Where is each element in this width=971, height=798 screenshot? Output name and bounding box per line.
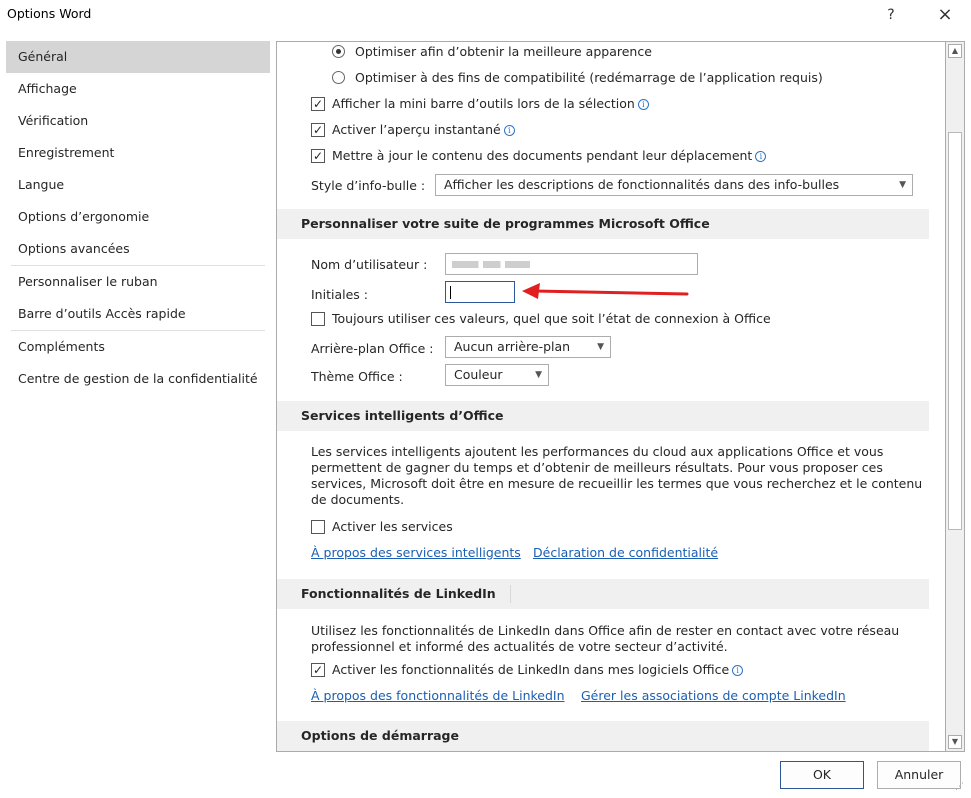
sidebar-item-save[interactable]: Enregistrement bbox=[6, 137, 270, 169]
window-title: Options Word bbox=[7, 6, 92, 21]
sidebar-item-quick-access-toolbar[interactable]: Barre d’outils Accès rapide bbox=[6, 298, 270, 330]
sidebar-item-proofing[interactable]: Vérification bbox=[6, 105, 270, 137]
vertical-scrollbar[interactable]: ▲ ▼ bbox=[945, 41, 965, 752]
checkbox-always-use[interactable] bbox=[311, 312, 325, 326]
checkbox-mini-toolbar[interactable]: ✓ bbox=[311, 97, 325, 111]
office-theme-value: Couleur bbox=[454, 367, 503, 382]
office-background-value: Aucun arrière-plan bbox=[454, 339, 571, 354]
link-manage-linkedin[interactable]: Gérer les associations de compte LinkedI… bbox=[581, 688, 846, 703]
radio-best-appearance-label: Optimiser afin d’obtenir la meilleure ap… bbox=[355, 44, 652, 59]
checkbox-live-preview-label: Activer l’aperçu instantané i bbox=[332, 122, 515, 137]
annotation-arrow bbox=[522, 283, 689, 299]
sidebar-item-general[interactable]: Général bbox=[6, 41, 270, 73]
tooltip-style-select[interactable]: Afficher les descriptions de fonctionnal… bbox=[435, 174, 913, 196]
info-icon[interactable]: i bbox=[755, 151, 767, 162]
sidebar-item-trust-center[interactable]: Centre de gestion de la confidentialité bbox=[6, 363, 270, 395]
help-button[interactable]: ? bbox=[876, 3, 906, 27]
text-caret bbox=[450, 286, 451, 299]
section-header-startup: Options de démarrage bbox=[277, 721, 929, 751]
chevron-down-icon: ▼ bbox=[597, 342, 604, 352]
initials-label: Initiales : bbox=[311, 287, 368, 302]
sidebar-item-addins[interactable]: Compléments bbox=[6, 331, 270, 363]
radio-best-appearance[interactable] bbox=[332, 45, 345, 58]
close-button[interactable]: × bbox=[930, 3, 960, 27]
section-header-personalize: Personnaliser votre suite de programmes … bbox=[277, 209, 929, 239]
ok-button[interactable]: OK bbox=[780, 761, 864, 789]
sidebar-item-accessibility[interactable]: Options d’ergonomie bbox=[6, 201, 270, 233]
linkedin-description: Utilisez les fonctionnalités de LinkedIn… bbox=[311, 623, 900, 654]
initials-input[interactable] bbox=[445, 281, 515, 303]
checkbox-update-content[interactable]: ✓ bbox=[311, 149, 325, 163]
checkbox-enable-services[interactable] bbox=[311, 520, 325, 534]
username-label: Nom d’utilisateur : bbox=[311, 257, 428, 272]
checkbox-enable-linkedin-label: Activer les fonctionnalités de LinkedIn … bbox=[332, 662, 744, 677]
office-theme-label: Thème Office : bbox=[311, 369, 403, 384]
redacted-username bbox=[452, 261, 530, 268]
sidebar-item-language[interactable]: Langue bbox=[6, 169, 270, 201]
title-bar: Options Word ? × bbox=[0, 0, 971, 30]
checkbox-enable-linkedin[interactable]: ✓ bbox=[311, 663, 325, 677]
link-privacy-statement[interactable]: Déclaration de confidentialité bbox=[533, 545, 718, 560]
checkbox-update-content-label: Mettre à jour le contenu des documents p… bbox=[332, 148, 767, 163]
info-icon[interactable]: i bbox=[503, 125, 515, 136]
section-header-smart-services: Services intelligents d’Office bbox=[277, 401, 929, 431]
section-header-linkedin: Fonctionnalités de LinkedIn bbox=[277, 579, 929, 609]
office-background-select[interactable]: Aucun arrière-plan ▼ bbox=[445, 336, 611, 358]
chevron-down-icon: ▼ bbox=[535, 370, 542, 380]
resize-grip-icon[interactable]: ⋰ bbox=[955, 782, 964, 792]
options-sidebar: Général Affichage Vérification Enregistr… bbox=[6, 41, 270, 395]
radio-compatibility-label: Optimiser à des fins de compatibilité (r… bbox=[355, 70, 823, 85]
smart-services-description: Les services intelligents ajoutent les p… bbox=[311, 444, 923, 507]
info-icon[interactable]: i bbox=[732, 665, 744, 676]
office-background-label: Arrière-plan Office : bbox=[311, 341, 434, 356]
radio-compatibility[interactable] bbox=[332, 71, 345, 84]
tooltip-style-label: Style d’info-bulle : bbox=[311, 178, 426, 193]
scroll-down-icon[interactable]: ▼ bbox=[948, 735, 962, 749]
sidebar-item-customize-ribbon[interactable]: Personnaliser le ruban bbox=[6, 266, 270, 298]
office-theme-select[interactable]: Couleur ▼ bbox=[445, 364, 549, 386]
checkbox-mini-toolbar-label: Afficher la mini barre d’outils lors de … bbox=[332, 96, 649, 111]
username-input[interactable] bbox=[445, 253, 698, 275]
checkbox-enable-services-label: Activer les services bbox=[332, 519, 453, 534]
tooltip-style-value: Afficher les descriptions de fonctionnal… bbox=[444, 177, 840, 192]
sidebar-item-display[interactable]: Affichage bbox=[6, 73, 270, 105]
options-content: Optimiser afin d’obtenir la meilleure ap… bbox=[277, 42, 946, 751]
scroll-up-icon[interactable]: ▲ bbox=[948, 44, 962, 58]
checkbox-always-use-label: Toujours utiliser ces valeurs, quel que … bbox=[332, 311, 771, 326]
link-about-smart-services[interactable]: À propos des services intelligents bbox=[311, 545, 521, 560]
scroll-thumb[interactable] bbox=[948, 132, 962, 530]
sidebar-item-advanced[interactable]: Options avancées bbox=[6, 233, 270, 265]
chevron-down-icon: ▼ bbox=[899, 180, 906, 190]
cancel-button[interactable]: Annuler bbox=[877, 761, 961, 789]
info-icon[interactable]: i bbox=[637, 99, 649, 110]
options-content-frame: Optimiser afin d’obtenir la meilleure ap… bbox=[276, 41, 965, 752]
link-about-linkedin[interactable]: À propos des fonctionnalités de LinkedIn bbox=[311, 688, 565, 703]
checkbox-live-preview[interactable]: ✓ bbox=[311, 123, 325, 137]
